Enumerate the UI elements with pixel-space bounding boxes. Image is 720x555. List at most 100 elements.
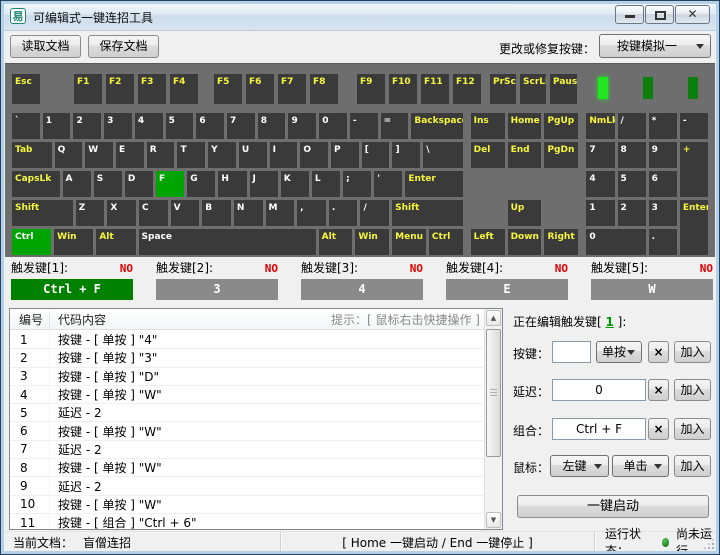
table-row[interactable]: 2按键 - [ 单按 ] "3" — [10, 349, 484, 367]
key-space[interactable]: Space — [139, 229, 316, 255]
delay-input[interactable] — [552, 379, 646, 401]
key-f6[interactable]: F6 — [246, 74, 274, 104]
key-o[interactable]: O — [300, 142, 328, 168]
key-tab[interactable]: Tab — [12, 142, 52, 168]
mouse-action-select[interactable]: 单击 — [612, 455, 669, 477]
key-q[interactable]: Q — [55, 142, 83, 168]
key-period[interactable]: . — [649, 229, 677, 255]
key-plus[interactable]: + — [680, 142, 708, 197]
mouse-add-button[interactable]: 加入 — [674, 455, 711, 477]
key-equals[interactable]: = — [381, 113, 409, 139]
key-esc[interactable]: Esc — [12, 74, 40, 104]
key-slash[interactable]: / — [618, 113, 646, 139]
key-win[interactable]: Win — [54, 229, 93, 255]
combo-input[interactable] — [552, 418, 646, 440]
key-ctrl[interactable]: Ctrl — [12, 229, 51, 255]
key-scrlk[interactable]: ScrLk — [520, 74, 546, 104]
key-0[interactable]: 0 — [586, 229, 645, 255]
key-pgdn[interactable]: PgDn — [544, 142, 578, 168]
key-alt[interactable]: Alt — [96, 229, 135, 255]
key-ins[interactable]: Ins — [471, 113, 505, 139]
key-f1[interactable]: F1 — [74, 74, 102, 104]
key-backslash[interactable]: \ — [423, 142, 463, 168]
key-i[interactable]: I — [270, 142, 298, 168]
key-mode-dropdown[interactable]: 按键模拟一 — [599, 34, 711, 58]
key-f3[interactable]: F3 — [138, 74, 166, 104]
trigger-value-box[interactable]: 3 — [156, 279, 278, 300]
key-9[interactable]: 9 — [288, 113, 316, 139]
key-f10[interactable]: F10 — [389, 74, 417, 104]
key-y[interactable]: Y — [208, 142, 236, 168]
table-row[interactable]: 1按键 - [ 单按 ] "4" — [10, 331, 484, 349]
key-n[interactable]: N — [234, 200, 263, 226]
delay-delete-button[interactable]: × — [648, 379, 669, 401]
key-apostrophe[interactable]: ' — [374, 171, 402, 197]
key-f4[interactable]: F4 — [170, 74, 198, 104]
key-enter[interactable]: Enter — [405, 171, 462, 197]
key-enter[interactable]: Enter — [680, 200, 708, 255]
key-5[interactable]: 5 — [618, 171, 646, 197]
key-f5[interactable]: F5 — [214, 74, 242, 104]
key-minus[interactable]: - — [350, 113, 378, 139]
key-left[interactable]: Left — [471, 229, 505, 255]
key-period[interactable]: . — [329, 200, 358, 226]
key-5[interactable]: 5 — [166, 113, 194, 139]
key-7[interactable]: 7 — [586, 142, 614, 168]
key-menu[interactable]: Menu — [392, 229, 426, 255]
trigger-value-box[interactable]: E — [446, 279, 568, 300]
key-slash[interactable]: / — [360, 200, 389, 226]
table-row[interactable]: 7延迟 - 2 — [10, 441, 484, 459]
table-row[interactable]: 6按键 - [ 单按 ] "W" — [10, 422, 484, 440]
key-win[interactable]: Win — [355, 229, 389, 255]
scroll-down-icon[interactable]: ▼ — [486, 512, 501, 528]
key-bracket-left[interactable]: [ — [362, 142, 390, 168]
minimize-button[interactable] — [615, 5, 644, 24]
key-mode-select[interactable]: 单按 — [596, 341, 642, 363]
combo-delete-button[interactable]: × — [648, 418, 669, 440]
mouse-button-select[interactable]: 左键 — [550, 455, 609, 477]
combo-add-button[interactable]: 加入 — [674, 418, 711, 440]
table-row[interactable]: 4按键 - [ 单按 ] "W" — [10, 386, 484, 404]
column-header-content[interactable]: 代码内容 — [50, 311, 331, 328]
column-header-no[interactable]: 编号 — [10, 311, 50, 328]
key-ctrl[interactable]: Ctrl — [429, 229, 463, 255]
table-row[interactable]: 8按键 - [ 单按 ] "W" — [10, 459, 484, 477]
key-pgup[interactable]: PgUp — [544, 113, 578, 139]
key-1[interactable]: 1 — [43, 113, 71, 139]
table-row[interactable]: 9延迟 - 2 — [10, 477, 484, 495]
key-c[interactable]: C — [139, 200, 168, 226]
key-a[interactable]: A — [63, 171, 91, 197]
key-right[interactable]: Right — [544, 229, 578, 255]
key-8[interactable]: 8 — [258, 113, 286, 139]
save-document-button[interactable]: 保存文档 — [88, 35, 159, 58]
key-4[interactable]: 4 — [135, 113, 163, 139]
one-key-start-button[interactable]: 一键启动 — [517, 495, 709, 518]
key-delete-button[interactable]: × — [648, 341, 669, 363]
trigger-value-box[interactable]: Ctrl + F — [11, 279, 133, 300]
key-u[interactable]: U — [239, 142, 267, 168]
key-v[interactable]: V — [171, 200, 200, 226]
key-shift[interactable]: Shift — [12, 200, 73, 226]
key-backspace[interactable]: Backspace — [411, 113, 462, 139]
key-home[interactable]: Home — [508, 113, 542, 139]
key-f8[interactable]: F8 — [310, 74, 338, 104]
trigger-value-box[interactable]: W — [591, 279, 713, 300]
key-2[interactable]: 2 — [73, 113, 101, 139]
key-backtick[interactable]: ` — [12, 113, 40, 139]
key-down[interactable]: Down — [508, 229, 542, 255]
key-up[interactable]: Up — [508, 200, 542, 226]
key-f12[interactable]: F12 — [453, 74, 481, 104]
key-semicolon[interactable]: ; — [343, 171, 371, 197]
key-f11[interactable]: F11 — [421, 74, 449, 104]
key-7[interactable]: 7 — [227, 113, 255, 139]
key-input[interactable] — [552, 341, 591, 363]
key-bracket-right[interactable]: ] — [392, 142, 420, 168]
key-6[interactable]: 6 — [196, 113, 224, 139]
resize-grip[interactable] — [712, 547, 714, 549]
key-s[interactable]: S — [94, 171, 122, 197]
key-asterisk[interactable]: * — [649, 113, 677, 139]
key-9[interactable]: 9 — [649, 142, 677, 168]
key-3[interactable]: 3 — [104, 113, 132, 139]
key-add-button[interactable]: 加入 — [674, 341, 711, 363]
key-end[interactable]: End — [508, 142, 542, 168]
